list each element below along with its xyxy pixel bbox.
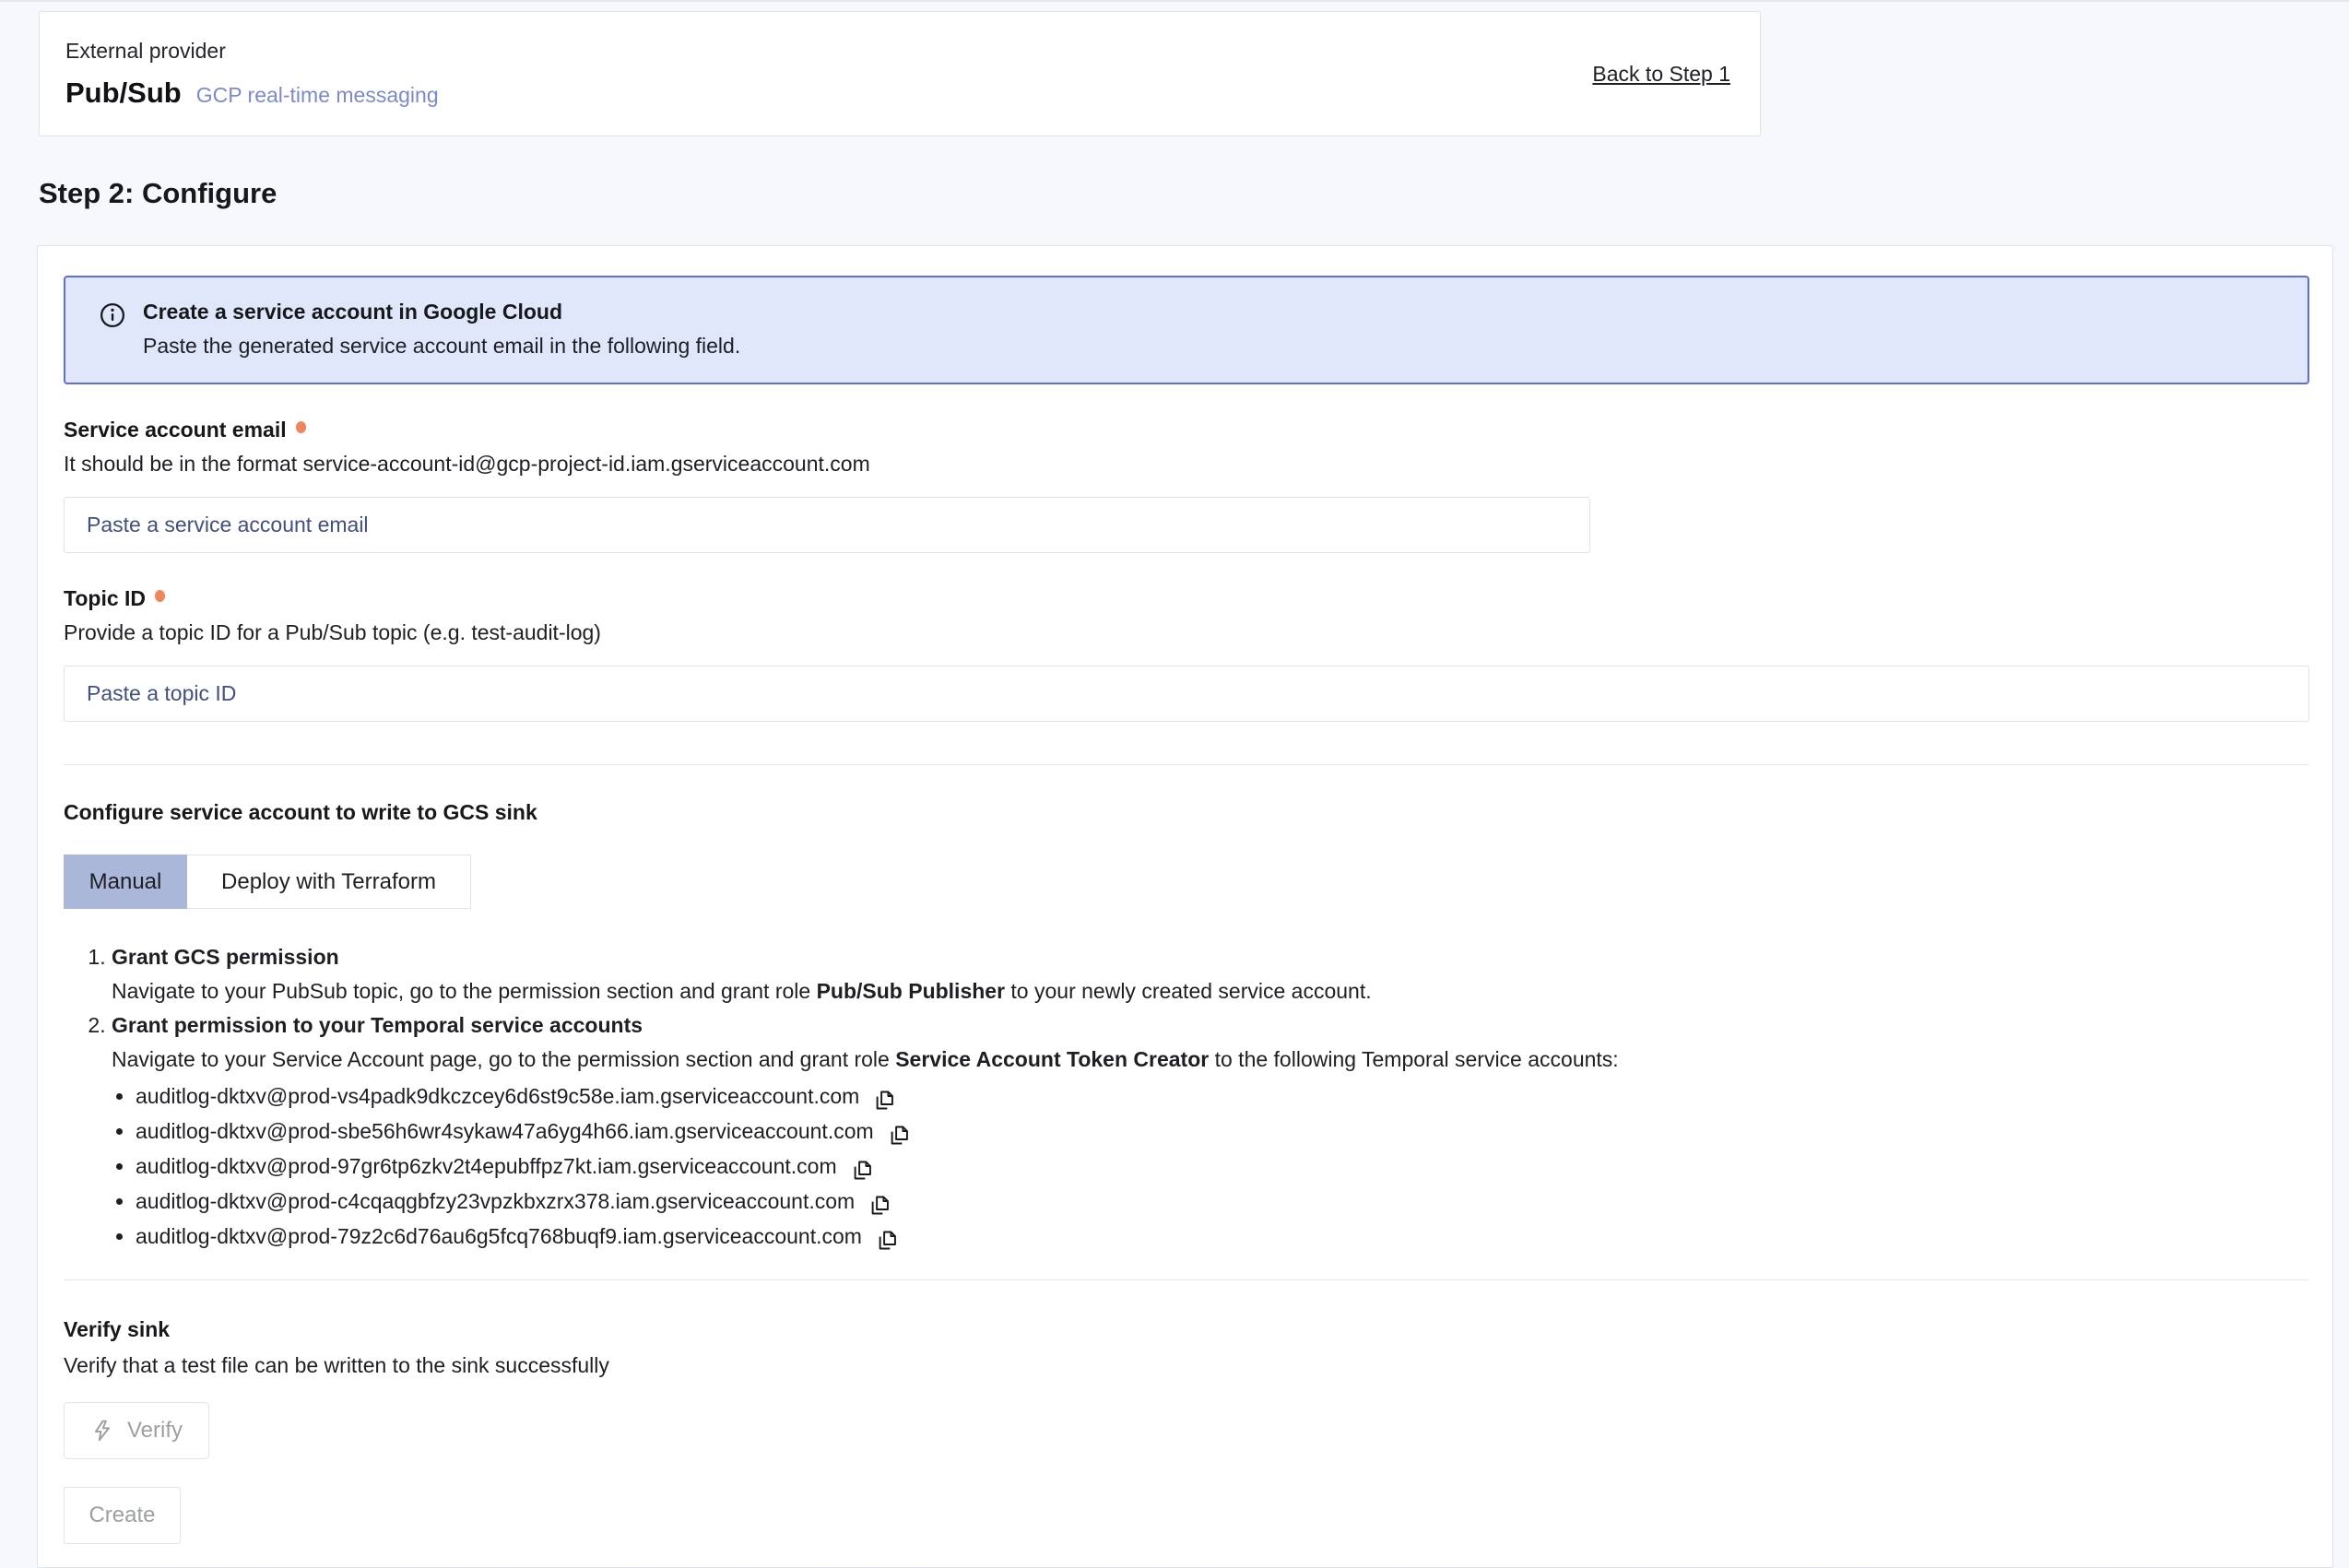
manual-steps-list: Grant GCS permission Navigate to your Pu… — [64, 940, 2309, 1254]
copy-icon[interactable] — [872, 1088, 897, 1113]
service-account-email: auditlog-dktxv@prod-79z2c6d76au6g5fcq768… — [136, 1219, 862, 1254]
copy-icon[interactable] — [875, 1228, 900, 1253]
copy-icon[interactable] — [887, 1123, 912, 1148]
provider-info: External provider Pub/Sub GCP real-time … — [65, 39, 439, 110]
info-icon — [99, 301, 126, 359]
provider-name: Pub/Sub — [65, 77, 182, 110]
list-item: auditlog-dktxv@prod-c4cqaqgbfzy23vpzkbxz… — [136, 1184, 2309, 1219]
service-account-email-help: It should be in the format service-accou… — [64, 452, 2309, 477]
tab-deploy-with-terraform[interactable]: Deploy with Terraform — [187, 855, 471, 909]
provider-card: External provider Pub/Sub GCP real-time … — [39, 11, 1761, 136]
verify-button-label: Verify — [127, 1418, 183, 1444]
topic-id-input[interactable] — [64, 666, 2309, 722]
verify-sink-description: Verify that a test file can be written t… — [64, 1353, 2309, 1378]
service-account-email: auditlog-dktxv@prod-97gr6tp6zkv2t4epubff… — [136, 1149, 837, 1184]
step-body: Navigate to your Service Account page, g… — [112, 1043, 2309, 1077]
topic-id-field-group: Topic ID Provide a topic ID for a Pub/Su… — [64, 586, 2309, 722]
temporal-service-accounts-list: auditlog-dktxv@prod-vs4padk9dkczcey6d6st… — [136, 1079, 2309, 1254]
list-item: auditlog-dktxv@prod-sbe56h6wr4sykaw47a6y… — [136, 1114, 2309, 1149]
copy-icon[interactable] — [850, 1158, 875, 1183]
step-title: Grant GCS permission — [112, 940, 2309, 974]
step-grant-temporal-permission: Grant permission to your Temporal servic… — [112, 1008, 2309, 1254]
info-banner-description: Paste the generated service account emai… — [143, 334, 740, 359]
topic-id-label: Topic ID — [64, 586, 146, 611]
provider-description: GCP real-time messaging — [196, 83, 439, 108]
topic-id-help: Provide a topic ID for a Pub/Sub topic (… — [64, 620, 2309, 645]
list-item: auditlog-dktxv@prod-vs4padk9dkczcey6d6st… — [136, 1079, 2309, 1114]
copy-icon[interactable] — [868, 1193, 892, 1218]
service-account-email: auditlog-dktxv@prod-c4cqaqgbfzy23vpzkbxz… — [136, 1184, 855, 1219]
service-account-email-field-group: Service account email It should be in th… — [64, 418, 2309, 553]
service-account-email-input[interactable] — [64, 497, 1590, 553]
list-item: auditlog-dktxv@prod-97gr6tp6zkv2t4epubff… — [136, 1149, 2309, 1184]
configure-sink-section-title: Configure service account to write to GC… — [64, 800, 2309, 825]
step-body: Navigate to your PubSub topic, go to the… — [112, 974, 2309, 1008]
verify-sink-title: Verify sink — [64, 1317, 2309, 1342]
create-button-label: Create — [89, 1503, 155, 1528]
required-indicator — [296, 421, 306, 433]
configure-step-card: Create a service account in Google Cloud… — [37, 245, 2333, 1568]
create-button[interactable]: Create — [64, 1487, 181, 1544]
service-account-email-label: Service account email — [64, 418, 287, 442]
page-title: Step 2: Configure — [39, 177, 2349, 210]
verify-button[interactable]: Verify — [64, 1402, 209, 1459]
step-grant-gcs-permission: Grant GCS permission Navigate to your Pu… — [112, 940, 2309, 1008]
lightning-icon — [90, 1419, 114, 1443]
info-banner-title: Create a service account in Google Cloud — [143, 300, 740, 324]
required-indicator — [155, 590, 165, 602]
configure-method-tabs: Manual Deploy with Terraform — [64, 855, 2309, 909]
list-item: auditlog-dktxv@prod-79z2c6d76au6g5fcq768… — [136, 1219, 2309, 1254]
section-divider — [64, 1279, 2309, 1280]
provider-eyebrow: External provider — [65, 39, 439, 64]
step-title: Grant permission to your Temporal servic… — [112, 1008, 2309, 1043]
back-to-step-1-link[interactable]: Back to Step 1 — [1592, 62, 1730, 87]
tab-manual[interactable]: Manual — [64, 855, 187, 909]
info-banner: Create a service account in Google Cloud… — [64, 276, 2309, 384]
service-account-email: auditlog-dktxv@prod-sbe56h6wr4sykaw47a6y… — [136, 1114, 874, 1149]
service-account-email: auditlog-dktxv@prod-vs4padk9dkczcey6d6st… — [136, 1079, 859, 1114]
section-divider — [64, 764, 2309, 765]
